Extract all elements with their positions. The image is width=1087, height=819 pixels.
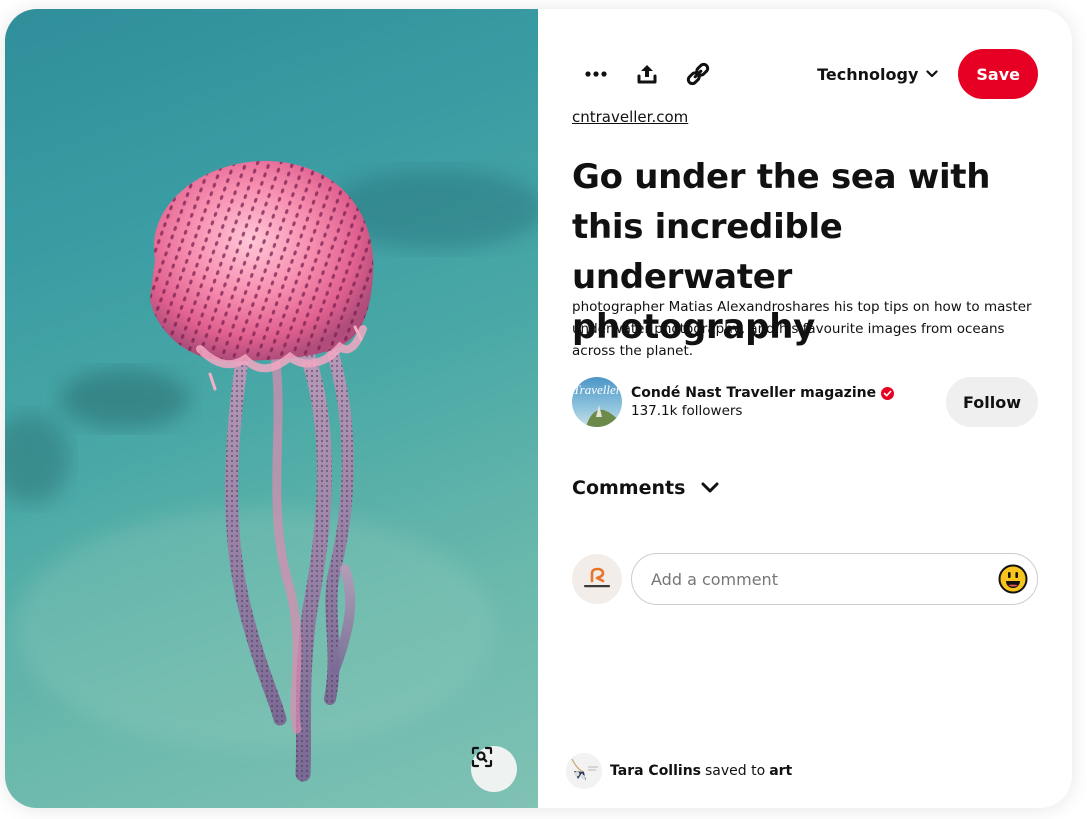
pin-details-panel: Technology Save cntraveller.com Go under… [538, 9, 1072, 808]
copy-link-button[interactable] [678, 54, 718, 94]
board-selector[interactable]: Technology [817, 65, 938, 84]
creator-info: Condé Nast Traveller magazine 137.1k fol… [631, 385, 895, 419]
share-button[interactable] [627, 54, 667, 94]
verified-badge-icon [881, 386, 895, 400]
pin-toolbar: Technology Save [572, 49, 1038, 99]
comment-input[interactable] [651, 569, 997, 589]
follow-button[interactable]: Follow [945, 377, 1038, 427]
share-upload-icon [637, 65, 657, 84]
save-button[interactable]: Save [958, 49, 1038, 99]
comment-composer [572, 553, 1038, 605]
follower-count: 137.1k followers [631, 403, 743, 419]
comment-input-container [631, 553, 1038, 605]
smiley-emoji-icon [998, 564, 1028, 594]
saved-board-name[interactable]: art [769, 763, 792, 779]
more-options-button[interactable] [576, 54, 616, 94]
pin-closeup-card: Technology Save cntraveller.com Go under… [5, 9, 1072, 808]
link-icon [686, 62, 710, 86]
chevron-down-icon [926, 70, 938, 78]
board-name: Technology [817, 64, 919, 84]
pin-image[interactable] [5, 9, 538, 808]
visual-search-icon [471, 746, 493, 768]
jellyfish-photo [5, 160, 538, 782]
comments-toggle[interactable]: Comments [572, 477, 719, 499]
more-horizontal-icon [585, 71, 607, 77]
svg-text:Traveller: Traveller [573, 382, 622, 397]
visual-search-button[interactable] [471, 746, 517, 792]
chevron-down-icon [701, 482, 719, 493]
saver-avatar[interactable] [566, 753, 602, 789]
saved-by-row: Tara Collins saved to art [566, 753, 792, 789]
comments-heading: Comments [572, 477, 686, 499]
source-link[interactable]: cntraveller.com [572, 108, 688, 126]
emoji-picker-button[interactable] [997, 563, 1029, 595]
saver-name[interactable]: Tara Collins [610, 763, 701, 779]
creator-avatar[interactable]: Traveller [572, 377, 622, 427]
creator-name[interactable]: Condé Nast Traveller magazine [631, 385, 876, 401]
pin-description: photographer Matias Alexandroshares his … [572, 299, 1032, 359]
current-user-avatar[interactable] [572, 554, 622, 604]
saved-action-text: saved to [705, 763, 766, 779]
creator-row: Traveller Condé Nast Traveller magazine … [572, 377, 1038, 427]
